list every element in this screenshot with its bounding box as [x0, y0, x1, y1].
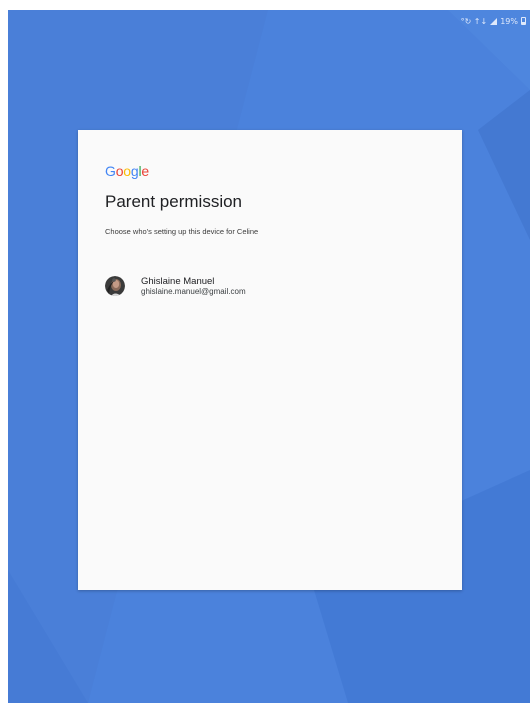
- page-subtitle: Choose who's setting up this device for …: [105, 227, 259, 236]
- logo-letter: o: [123, 163, 131, 179]
- account-email: ghislaine.manuel@gmail.com: [141, 286, 246, 296]
- battery-percentage: 19%: [500, 16, 518, 26]
- device-screen: °↻ ↑↓ 19% Google Parent permission Choos…: [8, 10, 530, 703]
- google-logo: Google: [105, 163, 149, 179]
- logo-letter: G: [105, 163, 116, 179]
- battery-icon: [521, 17, 526, 25]
- notification-icons: °↻ ↑↓: [460, 16, 488, 26]
- signal-icon: [490, 17, 498, 25]
- avatar: [105, 276, 125, 296]
- account-name: Ghislaine Manuel: [141, 275, 215, 287]
- status-bar: °↻ ↑↓ 19%: [461, 14, 526, 28]
- logo-letter: g: [130, 163, 139, 179]
- parent-permission-card: Google Parent permission Choose who's se…: [78, 130, 462, 590]
- account-details: Ghislaine Manuel ghislaine.manuel@gmail.…: [141, 276, 246, 297]
- page-title: Parent permission: [105, 192, 243, 211]
- logo-letter: o: [115, 163, 124, 179]
- account-item[interactable]: Ghislaine Manuel ghislaine.manuel@gmail.…: [105, 270, 435, 302]
- logo-letter: e: [141, 163, 149, 179]
- avatar-photo-icon: [105, 276, 125, 296]
